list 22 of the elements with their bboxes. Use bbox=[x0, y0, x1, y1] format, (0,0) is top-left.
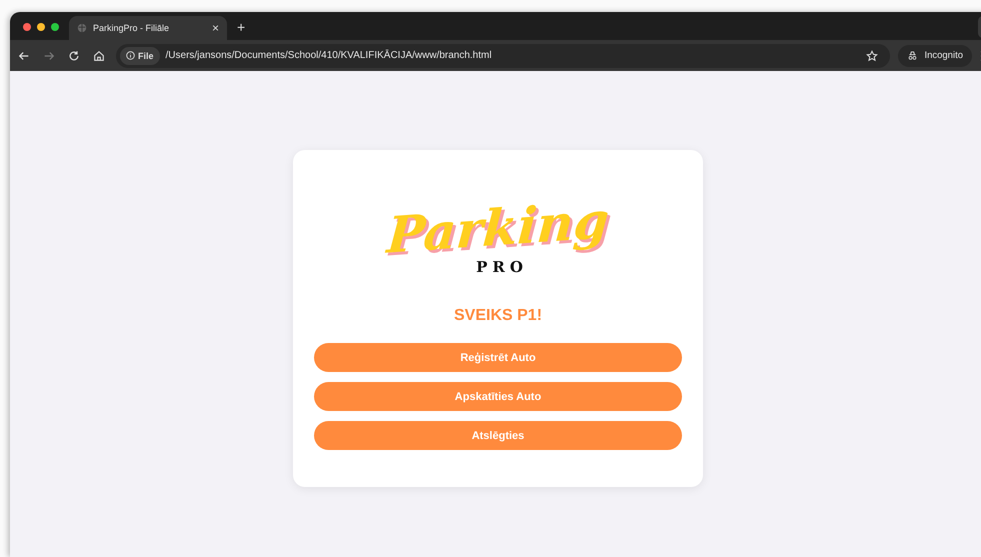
url-text: /Users/jansons/Documents/School/410/KVALIFIKĀCIJA/www/branch.html bbox=[166, 50, 493, 61]
new-tab-button[interactable]: + bbox=[237, 19, 246, 35]
incognito-icon bbox=[907, 50, 918, 61]
incognito-button[interactable]: Incognito bbox=[898, 44, 972, 66]
forward-arrow-icon[interactable] bbox=[43, 50, 55, 62]
minimize-window-icon[interactable] bbox=[37, 23, 45, 31]
chip-label: File bbox=[138, 50, 154, 60]
back-arrow-icon[interactable] bbox=[18, 50, 30, 62]
home-icon[interactable] bbox=[93, 50, 105, 62]
maximize-window-icon[interactable] bbox=[51, 23, 59, 31]
address-bar[interactable]: File /Users/jansons/Documents/School/410/KVALIFIKĀCIJA/www/branch.html bbox=[116, 44, 890, 68]
browser-tab[interactable]: ParkingPro - Filiāle × bbox=[69, 16, 227, 40]
file-info-chip[interactable]: File bbox=[120, 46, 160, 64]
logo-subtitle: PRO bbox=[476, 258, 528, 276]
reload-icon[interactable] bbox=[68, 50, 80, 62]
info-icon bbox=[126, 51, 135, 60]
greeting-heading: SVEIKS P1! bbox=[452, 307, 544, 325]
globe-icon bbox=[77, 23, 87, 33]
close-tab-button[interactable]: × bbox=[212, 21, 219, 35]
close-window-icon[interactable] bbox=[23, 23, 31, 31]
tab-title: ParkingPro - Filiāle bbox=[93, 23, 170, 33]
star-icon[interactable] bbox=[866, 50, 878, 62]
